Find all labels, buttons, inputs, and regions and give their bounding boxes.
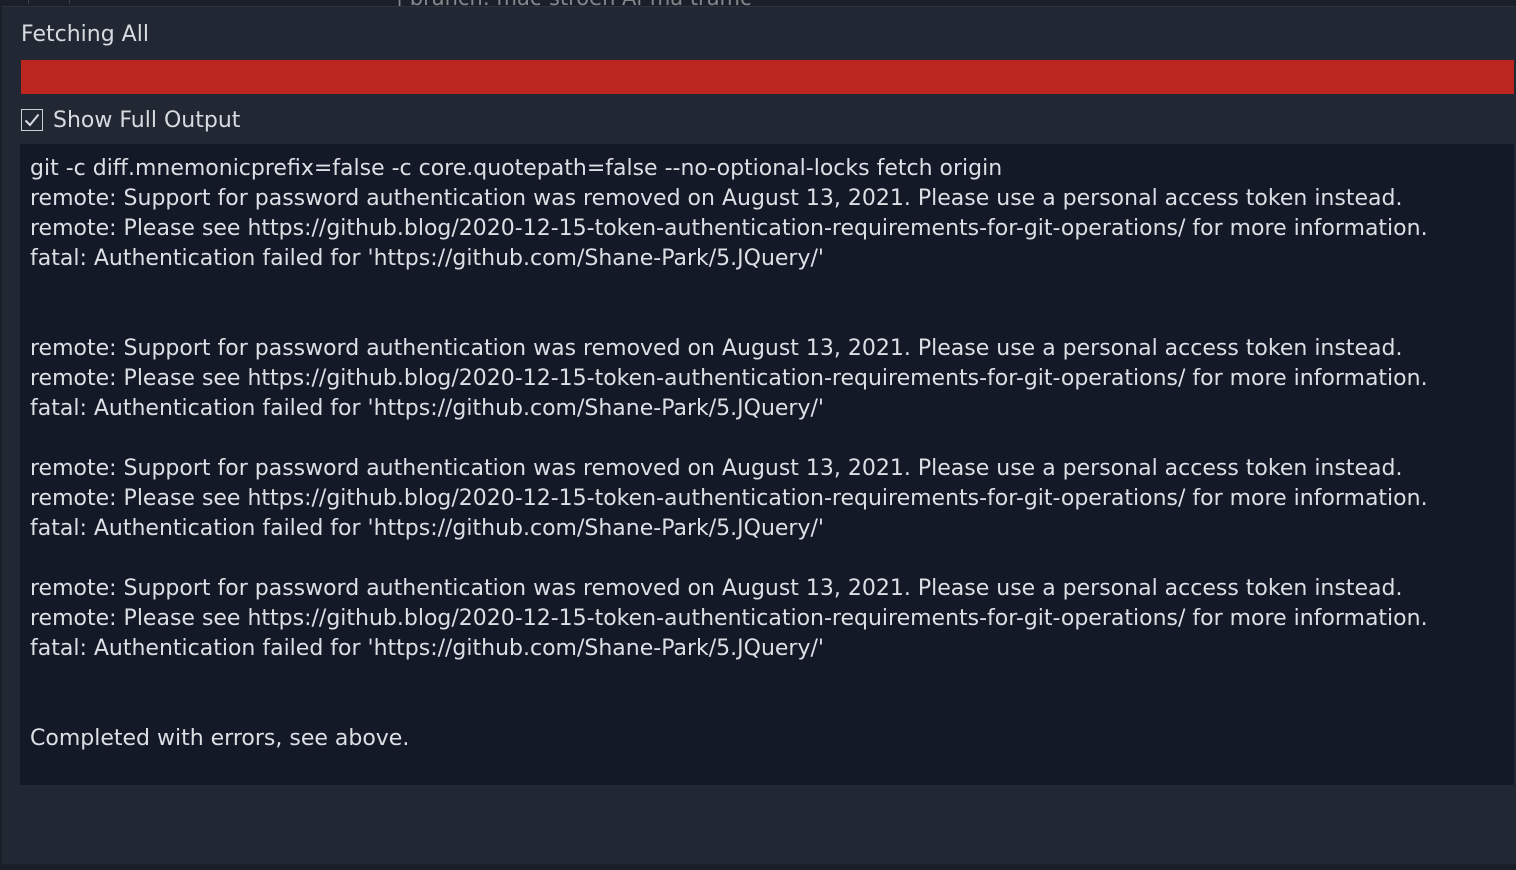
show-full-output-label: Show Full Output bbox=[53, 107, 241, 133]
output-line: remote: Support for password authenticat… bbox=[30, 186, 1403, 211]
window-bottom-edge bbox=[0, 864, 1516, 870]
output-line: fatal: Authentication failed for 'https:… bbox=[30, 636, 824, 661]
show-full-output-checkbox[interactable] bbox=[21, 109, 43, 131]
output-line: remote: Please see https://github.blog/2… bbox=[30, 486, 1428, 511]
output-line: fatal: Authentication failed for 'https:… bbox=[30, 396, 824, 421]
output-log-panel[interactable]: git -c diff.mnemonicprefix=false -c core… bbox=[20, 144, 1514, 785]
checkmark-icon bbox=[24, 113, 40, 127]
output-line: fatal: Authentication failed for 'https:… bbox=[30, 246, 824, 271]
output-line: remote: Please see https://github.blog/2… bbox=[30, 366, 1428, 391]
output-line: fatal: Authentication failed for 'https:… bbox=[30, 516, 824, 541]
output-line: remote: Support for password authenticat… bbox=[30, 576, 1403, 601]
progress-bar-fill bbox=[21, 60, 1514, 94]
progress-bar bbox=[21, 60, 1514, 94]
show-full-output-toggle[interactable]: Show Full Output bbox=[21, 104, 240, 136]
output-line: Completed with errors, see above. bbox=[30, 726, 410, 751]
output-line: remote: Please see https://github.blog/2… bbox=[30, 606, 1428, 631]
output-line: git -c diff.mnemonicprefix=false -c core… bbox=[30, 156, 1003, 181]
dialog-title: Fetching All bbox=[21, 22, 149, 47]
background-tab-edge bbox=[28, 0, 70, 4]
output-line: remote: Please see https://github.blog/2… bbox=[30, 216, 1428, 241]
output-line: remote: Support for password authenticat… bbox=[30, 456, 1403, 481]
output-line: remote: Support for password authenticat… bbox=[30, 336, 1403, 361]
